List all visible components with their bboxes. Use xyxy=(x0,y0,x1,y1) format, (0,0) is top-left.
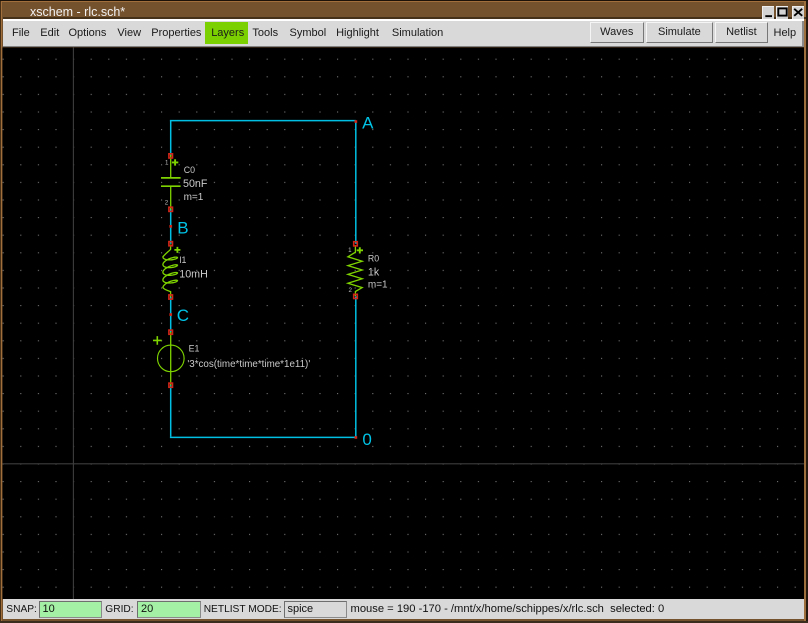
svg-text:E1: E1 xyxy=(189,344,200,354)
svg-text:'3*cos(time*time*time*1e11)': '3*cos(time*time*time*1e11)' xyxy=(187,359,310,370)
svg-text:2: 2 xyxy=(349,287,353,294)
svg-text:C0: C0 xyxy=(184,165,195,175)
svg-text:1: 1 xyxy=(165,159,169,166)
svg-text:1k: 1k xyxy=(368,267,380,279)
svg-text:A: A xyxy=(362,113,374,132)
svg-text:C: C xyxy=(177,306,189,325)
svg-text:R0: R0 xyxy=(368,253,379,263)
svg-text:0: 0 xyxy=(362,430,371,449)
svg-text:B: B xyxy=(177,218,188,237)
svg-text:1: 1 xyxy=(348,247,352,254)
svg-text:10mH: 10mH xyxy=(179,269,208,281)
svg-text:50nF: 50nF xyxy=(183,178,208,190)
svg-text:2: 2 xyxy=(165,199,169,206)
svg-text:l1: l1 xyxy=(180,255,187,265)
svg-text:m=1: m=1 xyxy=(368,279,388,290)
svg-text:m=1: m=1 xyxy=(184,192,204,203)
